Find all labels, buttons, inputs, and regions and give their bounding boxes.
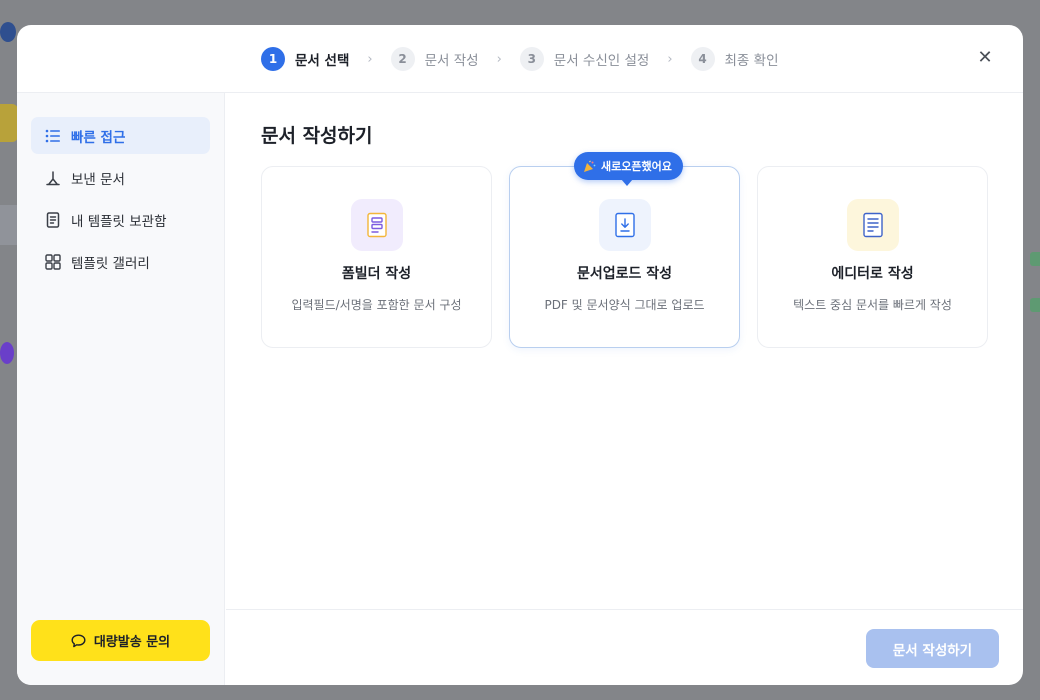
step-label: 문서 선택 bbox=[295, 53, 350, 69]
badge-label: 새로오픈했어요 bbox=[601, 160, 672, 173]
stepper: 1 문서 선택 › 2 문서 작성 › 3 문서 수신인 설정 › 4 최종 확… bbox=[261, 47, 779, 71]
sidebar-item-my-templates[interactable]: 내 템플릿 보관함 bbox=[31, 201, 210, 238]
sidebar-item-label: 내 템플릿 보관함 bbox=[71, 213, 167, 230]
background-status-dot bbox=[1030, 252, 1040, 266]
step-number: 3 bbox=[519, 47, 544, 71]
step-2: 2 문서 작성 bbox=[390, 47, 479, 71]
background-panel bbox=[0, 205, 18, 245]
main-content: 문서 작성하기 폼빌더 작성 입력필드/서명을 포함한 문서 구성 새로오픈했어… bbox=[226, 93, 1023, 609]
background-yellow-element bbox=[0, 104, 18, 142]
close-icon[interactable]: ✕ bbox=[975, 47, 995, 69]
party-popper-icon bbox=[583, 159, 596, 173]
modal-header: 1 문서 선택 › 2 문서 작성 › 3 문서 수신인 설정 › 4 최종 확… bbox=[17, 25, 1023, 93]
card-title: 폼빌더 작성 bbox=[341, 266, 412, 282]
new-badge: 새로오픈했어요 bbox=[574, 152, 683, 186]
bulk-button-label: 대량발송 문의 bbox=[93, 635, 171, 650]
chevron-right-icon: › bbox=[367, 51, 373, 67]
editor-icon bbox=[847, 199, 899, 251]
form-builder-card[interactable]: 폼빌더 작성 입력필드/서명을 포함한 문서 구성 bbox=[261, 166, 492, 348]
send-icon bbox=[44, 169, 62, 187]
page-title: 문서 작성하기 bbox=[261, 125, 373, 147]
step-number: 4 bbox=[690, 47, 715, 71]
list-icon bbox=[44, 127, 62, 145]
background-purple-element bbox=[0, 342, 14, 364]
card-description: 입력필드/서명을 포함한 문서 구성 bbox=[291, 298, 462, 312]
step-1: 1 문서 선택 bbox=[261, 47, 349, 71]
sidebar-item-quick-access[interactable]: 빠른 접근 bbox=[31, 117, 210, 154]
bulk-send-inquiry-button[interactable]: 대량발송 문의 bbox=[31, 620, 210, 661]
sidebar-item-template-gallery[interactable]: 템플릿 갤러리 bbox=[31, 243, 210, 280]
chevron-right-icon: › bbox=[496, 51, 502, 67]
step-label: 문서 작성 bbox=[424, 53, 479, 69]
modal-footer: 문서 작성하기 bbox=[226, 609, 1023, 685]
step-label: 최종 확인 bbox=[724, 53, 779, 69]
sidebar: 빠른 접근 보낸 문서 내 템플릿 보관함 템플릿 갤러리 대량발송 문의 bbox=[17, 93, 225, 685]
card-description: PDF 및 문서양식 그대로 업로드 bbox=[544, 298, 705, 312]
sidebar-item-label: 빠른 접근 bbox=[71, 129, 126, 146]
sidebar-item-sent-documents[interactable]: 보낸 문서 bbox=[31, 159, 210, 196]
step-4: 4 최종 확인 bbox=[690, 47, 779, 71]
step-3: 3 문서 수신인 설정 bbox=[519, 47, 650, 71]
document-upload-card[interactable]: 새로오픈했어요 문서업로드 작성 PDF 및 문서양식 그대로 업로드 bbox=[509, 152, 740, 348]
editor-card[interactable]: 에디터로 작성 텍스트 중심 문서를 빠르게 작성 bbox=[757, 166, 988, 348]
sidebar-item-label: 보낸 문서 bbox=[71, 171, 125, 188]
step-number: 2 bbox=[390, 47, 415, 71]
chevron-right-icon: › bbox=[667, 51, 673, 67]
create-document-modal: 1 문서 선택 › 2 문서 작성 › 3 문서 수신인 설정 › 4 최종 확… bbox=[17, 25, 1023, 685]
background-avatar bbox=[0, 22, 16, 42]
card-description: 텍스트 중심 문서를 빠르게 작성 bbox=[793, 298, 952, 312]
background-status-dot bbox=[1030, 298, 1040, 312]
document-icon bbox=[44, 211, 62, 229]
form-builder-icon bbox=[351, 199, 403, 251]
upload-document-icon bbox=[599, 199, 651, 251]
card-title: 문서업로드 작성 bbox=[576, 266, 673, 282]
chat-bubble-icon bbox=[71, 634, 86, 648]
card-title: 에디터로 작성 bbox=[831, 266, 914, 282]
step-label: 문서 수신인 설정 bbox=[553, 53, 650, 69]
step-number: 1 bbox=[261, 47, 285, 71]
create-document-button[interactable]: 문서 작성하기 bbox=[866, 629, 999, 668]
sidebar-item-label: 템플릿 갤러리 bbox=[71, 255, 150, 272]
grid-icon bbox=[44, 253, 62, 271]
